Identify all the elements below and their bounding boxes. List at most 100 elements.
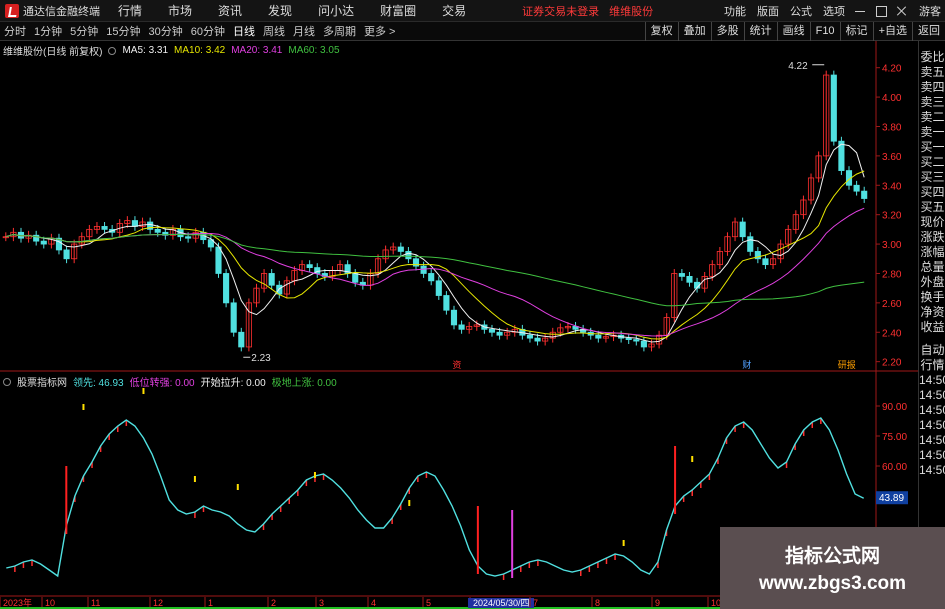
tab-timeshare[interactable]: 分时 (4, 23, 26, 39)
stock-title[interactable]: 维维股份(日线 前复权) (3, 43, 102, 58)
tab-60min[interactable]: 60分钟 (191, 23, 225, 39)
candle-body (686, 276, 693, 283)
side-panel-item[interactable] (919, 335, 945, 343)
guest-label[interactable]: 游客 (919, 3, 941, 19)
candle-body (625, 337, 632, 341)
menu-layout[interactable]: 版面 (757, 3, 779, 19)
maximize-icon[interactable] (875, 5, 887, 17)
menu-item-news[interactable]: 资讯 (218, 2, 242, 19)
indicator-line1-label: 领先: 46.93 (73, 378, 124, 389)
menu-formula[interactable]: 公式 (790, 3, 812, 19)
period-toolbar: 分时 1分钟 5分钟 15分钟 30分钟 60分钟 日线 周线 月线 多周期 更… (0, 22, 945, 41)
side-panel-item[interactable]: 现价 (919, 215, 945, 230)
side-panel-item[interactable]: 买三 (919, 170, 945, 185)
menu-options[interactable]: 选项 (823, 3, 845, 19)
side-panel-item[interactable]: 14:50 (919, 433, 945, 448)
x-tick-label: 5 (426, 598, 431, 608)
menu-item-discover[interactable]: 发现 (268, 2, 292, 19)
indicator-legend: 股票指标网 领先: 46.93 低位转强: 0.00 开始拉升: 0.00 极地… (3, 374, 343, 389)
tab-daily[interactable]: 日线 (233, 23, 255, 39)
side-panel-item[interactable]: 委比 (919, 50, 945, 65)
menu-item-ask[interactable]: 问小达 (318, 2, 354, 19)
indicator-settings-icon[interactable] (3, 377, 11, 386)
y-tick-label: 2.20 (882, 358, 902, 369)
x-tick-label: 2023年 (3, 597, 32, 608)
tab-more[interactable]: 更多 > (364, 23, 395, 39)
tab-15min[interactable]: 15分钟 (106, 23, 140, 39)
side-panel-item[interactable]: 总量 (919, 260, 945, 275)
indicator-line2-label: 低位转强: 0.00 (129, 378, 195, 389)
side-panel-item[interactable]: 涨幅 (919, 245, 945, 260)
event-marker: 研报 (838, 359, 856, 371)
main-menu: 行情 市场 资讯 发现 问小达 财富圈 交易 (118, 2, 492, 19)
close-icon[interactable] (896, 5, 908, 17)
menu-item-wealth[interactable]: 财富圈 (380, 2, 416, 19)
f10-button[interactable]: F10 (809, 22, 840, 41)
side-panel-item[interactable]: 14:50 (919, 418, 945, 433)
tab-weekly[interactable]: 周线 (263, 23, 285, 39)
side-panel-item[interactable]: 买二 (919, 155, 945, 170)
multi-stock-button[interactable]: 多股 (710, 22, 744, 41)
side-panel-item[interactable]: 涨跌 (919, 230, 945, 245)
adjust-button[interactable]: 复权 (644, 22, 678, 41)
tab-30min[interactable]: 30分钟 (149, 23, 183, 39)
draw-line-button[interactable]: 画线 (776, 22, 810, 41)
side-panel-item[interactable]: 14:50 (919, 388, 945, 403)
chart-canvas[interactable]: 4.20 4.00 3.80 3.60 3.40 3.20 3.00 2.80 2.60 2.40… (0, 41, 918, 609)
x-tick-label: 1 (208, 598, 213, 608)
candle-body (428, 273, 435, 282)
minimize-icon[interactable] (854, 5, 866, 17)
indicator-name[interactable]: 股票指标网 (17, 374, 67, 389)
side-panel-item[interactable]: 14:50 (919, 448, 945, 463)
menu-function[interactable]: 功能 (724, 3, 746, 19)
event-marker: 财 (742, 359, 751, 371)
x-tick-label: 2 (271, 598, 276, 608)
tab-5min[interactable]: 5分钟 (70, 23, 98, 39)
side-panel-item[interactable]: 卖四 (919, 80, 945, 95)
overlay-button[interactable]: 叠加 (677, 22, 711, 41)
side-panel-item[interactable]: 买一 (919, 140, 945, 155)
mark-button[interactable]: 标记 (839, 22, 873, 41)
side-panel-item[interactable]: 卖三 (919, 95, 945, 110)
x-tick-label: 3 (319, 598, 324, 608)
side-panel-item[interactable]: 卖一 (919, 125, 945, 140)
candle-body (526, 334, 534, 339)
candle-body (154, 228, 161, 233)
menu-item-trade[interactable]: 交易 (442, 2, 466, 19)
side-panel-item[interactable]: 行情 (919, 358, 945, 373)
side-panel-item[interactable]: 14:50 (919, 403, 945, 418)
menu-item-market[interactable]: 行情 (118, 2, 142, 19)
add-watchlist-button[interactable]: +自选 (872, 22, 912, 41)
y-tick-label: 3.60 (882, 152, 902, 163)
side-panel-item[interactable]: 14:50 (919, 463, 945, 478)
candle-body (853, 184, 860, 192)
back-button[interactable]: 返回 (912, 22, 945, 41)
tab-monthly[interactable]: 月线 (293, 23, 315, 39)
stock-link[interactable]: 维维股份 (609, 3, 653, 19)
tab-1min[interactable]: 1分钟 (34, 23, 62, 39)
side-panel-item[interactable]: 收益 (919, 320, 945, 335)
settings-dot-icon[interactable] (108, 46, 117, 55)
menu-item-exchange[interactable]: 市场 (168, 2, 192, 19)
current-value-label: 43.89 (879, 493, 904, 504)
login-notice[interactable]: 证券交易未登录 (522, 3, 599, 19)
tab-multi-period[interactable]: 多周期 (323, 23, 356, 39)
side-panel-item[interactable]: 14:50 (919, 373, 945, 388)
statistics-button[interactable]: 统计 (743, 22, 777, 41)
side-panel-item[interactable]: 净资 (919, 305, 945, 320)
side-panel-item[interactable]: 外盘 (919, 275, 945, 290)
side-panel-item[interactable]: 买四 (919, 185, 945, 200)
side-panel-item[interactable]: 买五 (919, 200, 945, 215)
candle-body (185, 236, 192, 239)
ma-line-ma10 (5, 170, 865, 340)
ma10-label: MA10: 3.42 (174, 45, 226, 56)
side-panel-item[interactable]: 卖二 (919, 110, 945, 125)
app-logo-icon (5, 3, 19, 18)
candle-body (306, 264, 313, 268)
side-panel-item[interactable]: 自动 (919, 343, 945, 358)
chart-area[interactable]: 4.20 4.00 3.80 3.60 3.40 3.20 3.00 2.80 2.60 2.40… (0, 41, 918, 609)
candle-body (595, 334, 602, 339)
candle-body (496, 331, 503, 336)
side-panel-item[interactable]: 卖五 (919, 65, 945, 80)
side-panel-item[interactable]: 换手 (919, 290, 945, 305)
